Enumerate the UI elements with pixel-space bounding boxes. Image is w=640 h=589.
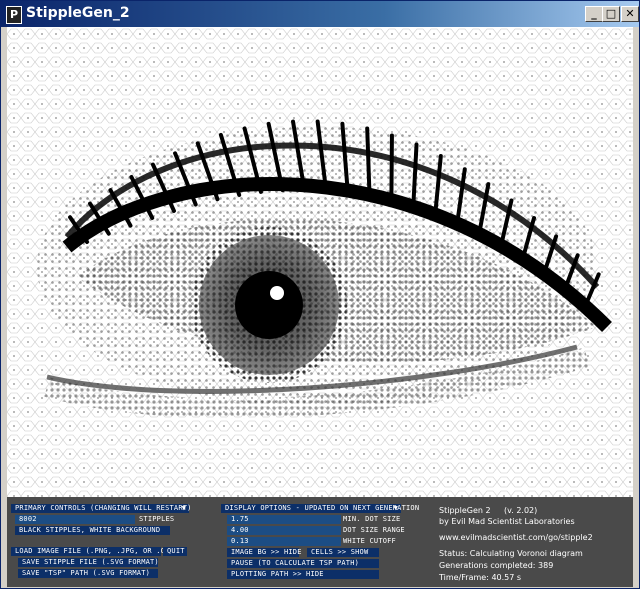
dot-size-range-field[interactable]: 4.00 [227,526,341,535]
chevron-down-icon: ▼ [393,504,398,512]
load-image-button[interactable]: LOAD IMAGE FILE (.PNG, .JPG, OR .GIF) [11,547,178,556]
white-cutoff-field[interactable]: 0.13 [227,537,341,546]
close-button[interactable]: ✕ [621,6,639,22]
generations-count: Generations completed: 389 [439,561,554,570]
app-window: P StippleGen_2 _ □ ✕ PRIMARY CONTROLS (C… [0,0,640,589]
stipples-label: STIPPLES [139,515,175,523]
stipple-mode-button[interactable]: BLACK STIPPLES, WHITE BACKGROUND [15,526,170,535]
website-url: www.evilmadscientist.com/go/stipple2 [439,533,593,542]
status-text: Status: Calculating Voronoi diagram [439,549,583,558]
save-tsp-button[interactable]: SAVE "TSP" PATH (.SVG FORMAT) [18,569,158,578]
app-name: StippleGen 2 [439,506,491,515]
white-cutoff-label: WHITE CUTOFF [343,537,396,545]
image-bg-toggle[interactable]: IMAGE BG >> HIDE [227,548,301,557]
display-options-label: DISPLAY OPTIONS - UPDATED ON NEXT GENERA… [225,504,420,512]
chevron-down-icon: ▼ [181,504,186,512]
dot-size-range-label: DOT SIZE RANGE [343,526,405,534]
maximize-button[interactable]: □ [602,6,620,22]
min-dot-size-label: MIN. DOT SIZE [343,515,401,523]
quit-button[interactable]: QUIT [163,547,187,556]
author-credit: by Evil Mad Scientist Laboratories [439,517,575,526]
min-dot-size-field[interactable]: 1.75 [227,515,341,524]
app-version: (v. 2.02) [504,506,538,515]
cells-toggle[interactable]: CELLS >> SHOW [307,548,379,557]
save-stipple-button[interactable]: SAVE STIPPLE FILE (.SVG FORMAT) [18,558,159,567]
eyelash-stroke [389,133,394,206]
time-per-frame: Time/Frame: 40.57 s [439,573,522,582]
pause-button[interactable]: PAUSE (TO CALCULATE TSP PATH) [227,559,379,568]
plotting-path-toggle[interactable]: PLOTTING PATH >> HIDE [227,570,379,579]
primary-controls-label: PRIMARY CONTROLS (CHANGING WILL RESTART) [15,504,192,512]
display-options-header[interactable]: DISPLAY OPTIONS - UPDATED ON NEXT GENERA… [221,504,419,513]
stipple-canvas[interactable] [7,27,633,497]
primary-controls-header[interactable]: PRIMARY CONTROLS (CHANGING WILL RESTART)… [11,504,192,513]
eye-stipple-image [7,27,633,497]
title-bar[interactable]: P StippleGen_2 _ □ ✕ [1,1,639,27]
window-title: StippleGen_2 [26,5,130,21]
processing-app-icon: P [6,6,22,24]
control-panel: PRIMARY CONTROLS (CHANGING WILL RESTART)… [7,497,633,587]
minimize-button[interactable]: _ [585,6,603,22]
stipples-field[interactable]: 8002 [15,515,135,524]
eyelash-stroke [365,126,372,200]
